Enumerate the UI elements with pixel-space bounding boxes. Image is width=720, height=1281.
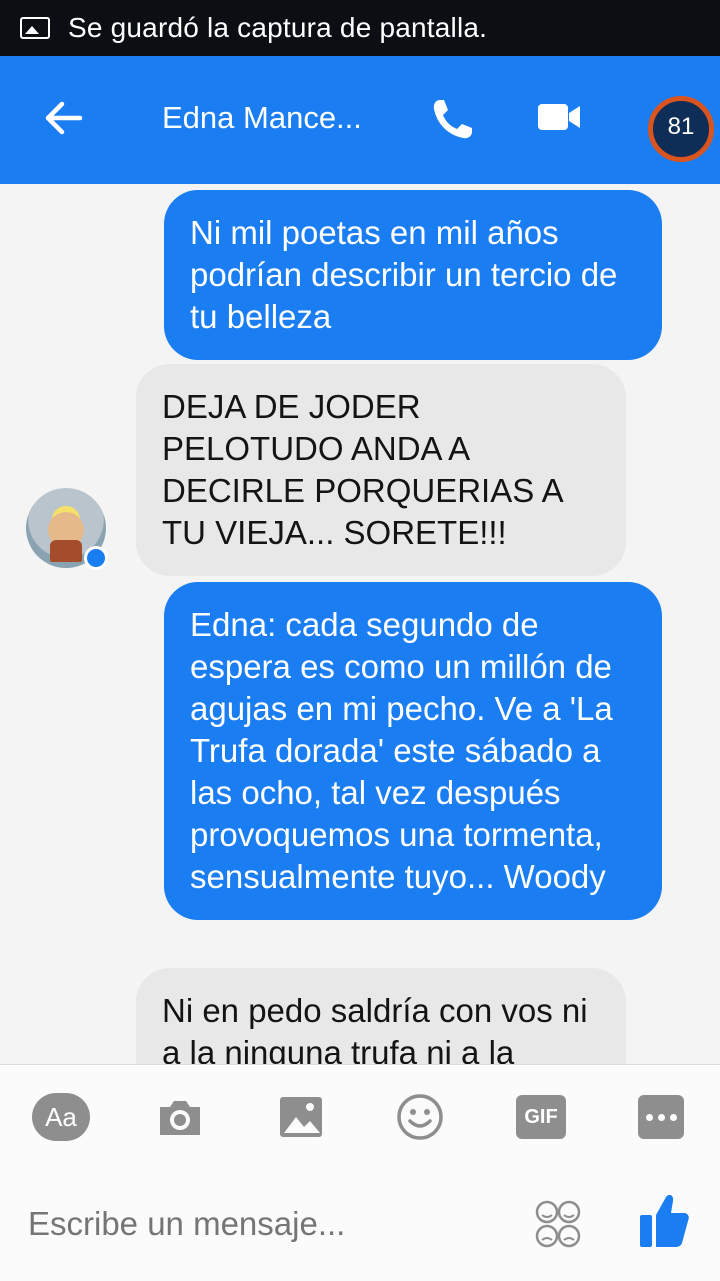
screenshot-icon [20,17,50,39]
back-arrow-icon[interactable] [40,94,88,142]
gif-button[interactable]: GIF [516,1095,566,1139]
video-icon[interactable] [536,100,582,134]
more-dot [670,1114,677,1121]
message-outgoing[interactable]: Ni mil poetas en mil años podrían descri… [164,190,662,360]
message-input[interactable] [28,1205,498,1243]
status-notification: Se guardó la captura de pantalla. [68,12,488,43]
avatar[interactable] [26,488,108,570]
avatar-shirt [50,540,82,562]
text-style-button[interactable]: Aa [32,1093,90,1141]
more-dot [646,1114,653,1121]
contact-name[interactable]: Edna Mance... [162,100,362,136]
phone-icon[interactable] [428,96,476,144]
message-incoming[interactable]: Ni en pedo saldría con vos ni a la ningu… [136,968,626,1064]
messenger-badge-icon [84,546,108,570]
more-icon[interactable] [638,1095,684,1139]
composer: Aa GIF [0,1064,720,1281]
chat-header: Edna Mance... 81 [0,56,720,184]
info-badge: 81 [667,113,695,140]
message-incoming[interactable]: DEJA DE JODER PELOTUDO ANDA A DECIRLE PO… [136,364,626,576]
emoji-picker-icon[interactable] [534,1199,582,1249]
gallery-icon[interactable] [278,1093,324,1141]
thumbs-up-icon[interactable] [638,1191,690,1249]
camera-icon[interactable] [156,1093,204,1141]
status-bar: Se guardó la captura de pantalla. [0,0,720,56]
smiley-icon[interactable] [396,1093,444,1141]
message-outgoing[interactable]: Edna: cada segundo de espera es como un … [164,582,662,920]
message-list[interactable]: Ni mil poetas en mil años podrían descri… [0,184,720,1064]
more-dot [658,1114,665,1121]
info-icon[interactable]: 81 [648,96,714,162]
